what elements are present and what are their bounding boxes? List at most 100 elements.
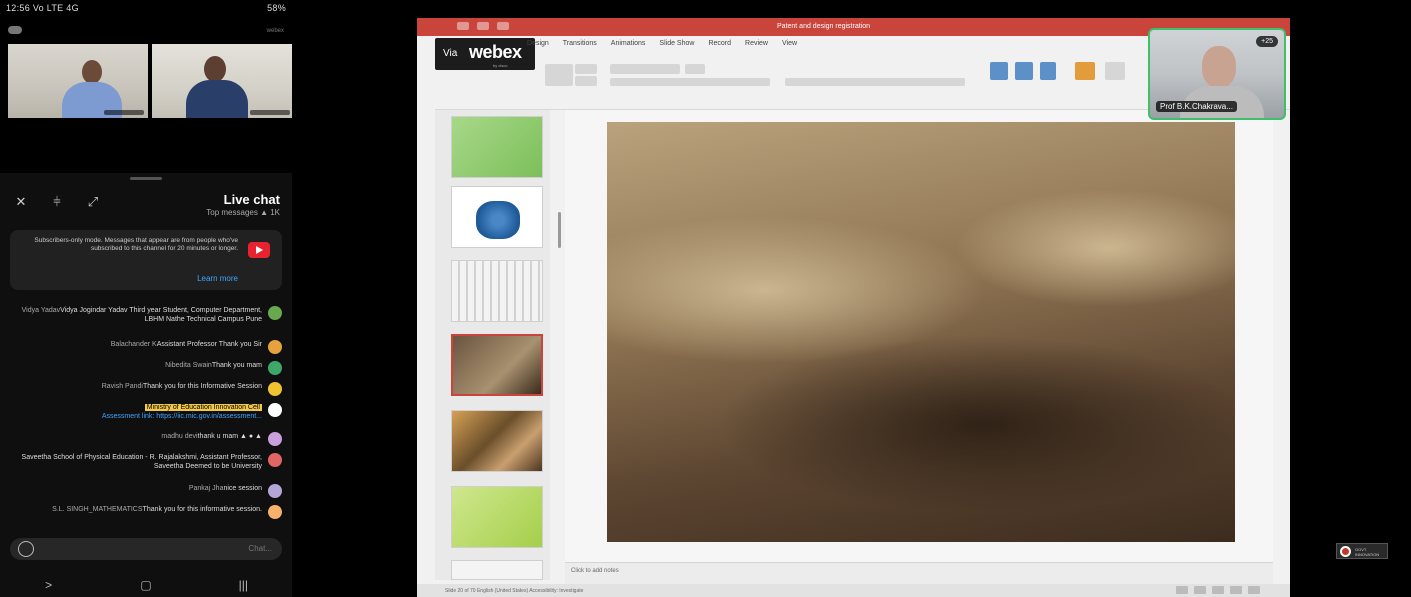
slide-thumbnail[interactable] — [451, 116, 543, 178]
chat-title: Live chat — [223, 192, 280, 207]
ribbon-control[interactable] — [575, 76, 597, 86]
tab-record[interactable]: Record — [708, 40, 731, 47]
redo-icon[interactable] — [497, 22, 509, 30]
webex-shared-screen: Patent and design registration Via webex… — [417, 18, 1290, 597]
tab-review[interactable]: Review — [745, 40, 768, 47]
learn-more-link[interactable]: Learn more — [197, 274, 238, 283]
slide-thumbnail-selected[interactable] — [451, 334, 543, 396]
document-title: Patent and design registration — [777, 23, 871, 30]
powerpoint-status-bar: Slide 20 of 70 English (United States) A… — [417, 584, 1290, 597]
home-icon[interactable]: ▢ — [131, 578, 161, 592]
message-text: Assistant Professor Thank you Sir — [156, 341, 262, 348]
avatar[interactable] — [268, 361, 282, 375]
tab-design[interactable]: Design — [527, 40, 549, 47]
tab-view[interactable]: View — [782, 40, 797, 47]
drag-handle[interactable] — [130, 177, 162, 180]
expand-icon[interactable]: ⤢ — [86, 194, 100, 210]
badge-line-2: INNOVATION — [1355, 552, 1380, 557]
message-author[interactable]: madhu devi — [161, 433, 197, 440]
video-tile-participant-2[interactable] — [152, 44, 292, 118]
picture-icon[interactable] — [990, 62, 1008, 80]
recents-icon[interactable]: ||| — [228, 578, 258, 592]
text-box-icon[interactable] — [1040, 62, 1056, 80]
badge-text: GOVT. INNOVATION — [1355, 547, 1379, 557]
slide-thumbnail[interactable] — [451, 260, 543, 322]
message-author[interactable]: Balachander K — [111, 341, 157, 348]
font-size-box[interactable] — [685, 64, 705, 74]
ribbon-control[interactable] — [545, 64, 573, 86]
chat-message: Balachander KAssistant Professor Thank y… — [12, 340, 282, 354]
slide-thumbnail[interactable] — [451, 486, 543, 548]
current-slide-image[interactable] — [607, 122, 1235, 542]
message-text: thank u mam ▲ ● ▲ — [197, 433, 262, 440]
webex-logo: Via webex by cisco — [435, 38, 535, 70]
message-text: Thank you mam — [211, 362, 262, 369]
participant-nametag — [250, 110, 290, 115]
emoji-icon[interactable] — [18, 541, 34, 557]
message-author[interactable]: Pankaj Jha — [189, 485, 224, 492]
logo-name: webex — [469, 42, 522, 62]
chat-message: Nibedita SwainThank you mam — [12, 361, 282, 375]
avatar[interactable] — [268, 306, 282, 320]
android-nav-bar: > ▢ ||| — [0, 572, 292, 597]
video-tile-participant-1[interactable] — [8, 44, 148, 118]
channel-logo-badge: GOVT. INNOVATION — [1336, 543, 1388, 559]
chat-subtitle-dropdown[interactable]: Top messages ▲ 1K — [206, 208, 280, 217]
message-author[interactable]: Ravish Pandi — [102, 383, 143, 390]
back-icon[interactable]: > — [34, 578, 64, 592]
avatar[interactable] — [268, 484, 282, 498]
slide-thumbnail[interactable] — [451, 410, 543, 472]
tab-animations[interactable]: Animations — [611, 40, 646, 47]
avatar[interactable] — [268, 403, 282, 417]
message-text: nice session — [223, 485, 262, 492]
message-text: Ministry of Education Innovation Cell — [144, 404, 262, 411]
filter-icon[interactable]: ⫩ — [50, 194, 64, 210]
shapes-icon[interactable] — [1015, 62, 1033, 80]
chat-input[interactable]: Chat... — [10, 538, 282, 560]
notes-button[interactable] — [1176, 586, 1188, 594]
ribbon-control[interactable] — [575, 64, 597, 74]
avatar[interactable] — [268, 340, 282, 354]
chat-message: Saveetha School of Physical Education - … — [12, 453, 282, 471]
presenter-name: Prof B.K.Chakrava... — [1156, 101, 1237, 112]
close-icon[interactable]: ✕ — [14, 194, 28, 210]
message-author[interactable]: S.L. SINGH_MATHEMATICS — [52, 506, 142, 513]
slide-thumbnail[interactable] — [451, 560, 543, 580]
slide-sorter-button[interactable] — [1230, 586, 1242, 594]
message-link[interactable]: Assessment link: https://iic.mic.gov.in/… — [12, 412, 262, 421]
notes-pane[interactable]: Click to add notes — [565, 562, 1273, 584]
message-author[interactable]: Vidya Yadav — [22, 307, 61, 314]
font-name-box[interactable] — [610, 64, 680, 74]
avatar[interactable] — [268, 505, 282, 519]
participant-head — [204, 56, 226, 82]
phone-status-bar: 12:56 Vo LTE 4G 58% — [0, 0, 292, 18]
avatar[interactable] — [268, 453, 282, 467]
tab-slide-show[interactable]: Slide Show — [659, 40, 694, 47]
avatar[interactable] — [268, 382, 282, 396]
save-icon[interactable] — [457, 22, 469, 30]
arrange-icon[interactable] — [1075, 62, 1095, 80]
zoom-slider[interactable] — [1248, 586, 1260, 594]
undo-icon[interactable] — [477, 22, 489, 30]
paragraph-controls[interactable] — [785, 78, 965, 86]
participant-count-badge[interactable]: +25 — [1256, 36, 1278, 47]
notice-text: Subscribers-only mode. Messages that app… — [34, 237, 238, 252]
presenter-video-tile[interactable]: +25 Prof B.K.Chakrava... — [1148, 28, 1286, 120]
comments-button[interactable] — [1194, 586, 1206, 594]
quick-styles-icon[interactable] — [1105, 62, 1125, 80]
slide-thumbnail-panel — [435, 110, 550, 580]
participant-nametag — [104, 110, 144, 115]
format-controls[interactable] — [610, 78, 770, 86]
notes-placeholder: Click to add notes — [571, 568, 619, 574]
avatar[interactable] — [268, 432, 282, 446]
presenter-head — [1202, 46, 1236, 88]
chat-message: Vidya YadavVidya Jogindar Yadav Third ye… — [12, 306, 282, 324]
toggle-icon[interactable] — [8, 26, 22, 34]
message-text: Thank you for this Informative Session — [142, 383, 262, 390]
slide-thumbnail[interactable] — [451, 186, 543, 248]
tab-transitions[interactable]: Transitions — [563, 40, 597, 47]
message-author[interactable]: Nibedita Swain — [165, 362, 212, 369]
normal-view-button[interactable] — [1212, 586, 1224, 594]
status-left: 12:56 Vo LTE 4G — [6, 3, 79, 13]
thumbnail-scrollbar[interactable] — [558, 212, 561, 248]
